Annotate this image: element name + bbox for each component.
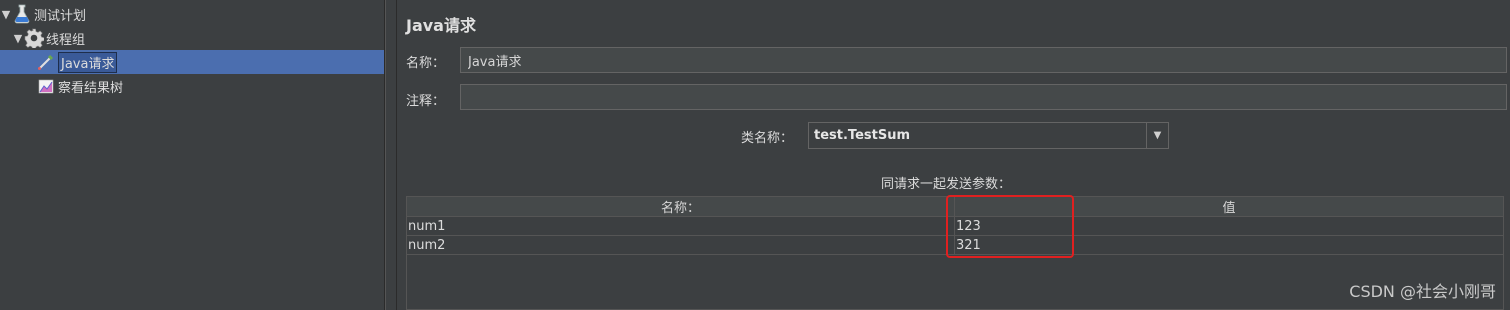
gear-icon bbox=[24, 28, 44, 48]
split-pane-divider[interactable] bbox=[385, 0, 397, 310]
param-name-cell[interactable]: num1 bbox=[407, 217, 955, 235]
tree-item-view-results-tree[interactable]: 察看结果树 bbox=[0, 74, 384, 98]
param-value-cell[interactable]: 321 bbox=[955, 236, 1503, 254]
test-plan-tree: ▼ 测试计划 ▼ 线程组 Java请求 察看结果树 bbox=[0, 0, 385, 310]
tree-item-label: 察看结果树 bbox=[58, 80, 124, 96]
table-row[interactable]: num2 321 bbox=[407, 236, 1503, 255]
expand-arrow-icon[interactable]: ▼ bbox=[0, 8, 12, 21]
pipette-icon bbox=[36, 52, 56, 72]
chevron-down-icon[interactable]: ▼ bbox=[1146, 123, 1168, 148]
param-value-cell[interactable]: 123 bbox=[955, 217, 1503, 235]
parameters-caption: 同请求一起发送参数： bbox=[881, 177, 1012, 192]
name-field[interactable] bbox=[460, 47, 1507, 73]
class-name-select[interactable]: test.TestSum ▼ bbox=[808, 122, 1169, 149]
class-name-value: test.TestSum bbox=[814, 128, 910, 143]
comment-field[interactable] bbox=[460, 84, 1507, 110]
flask-icon bbox=[12, 4, 32, 24]
panel-title: Java请求 bbox=[406, 16, 476, 35]
param-name-cell[interactable]: num2 bbox=[407, 236, 955, 254]
column-header-value[interactable]: 值 bbox=[955, 197, 1503, 216]
name-label: 名称： bbox=[406, 56, 446, 71]
table-header: 名称： 值 bbox=[407, 197, 1503, 217]
parameters-table: 名称： 值 num1 123 num2 321 bbox=[406, 196, 1504, 310]
tree-item-java-request[interactable]: Java请求 bbox=[0, 50, 384, 74]
tree-item-label: 线程组 bbox=[46, 32, 86, 48]
comment-label: 注释： bbox=[406, 94, 446, 109]
table-row[interactable]: num1 123 bbox=[407, 217, 1503, 236]
tree-item-label: Java请求 bbox=[58, 51, 118, 73]
class-name-label: 类名称： bbox=[741, 131, 794, 146]
tree-item-label: 测试计划 bbox=[34, 8, 87, 24]
tree-item-test-plan[interactable]: ▼ 测试计划 bbox=[0, 2, 384, 26]
column-header-name[interactable]: 名称： bbox=[407, 197, 955, 216]
watermark: CSDN @社会小刚哥 bbox=[1349, 282, 1496, 301]
expand-arrow-icon[interactable]: ▼ bbox=[12, 32, 24, 45]
tree-item-thread-group[interactable]: ▼ 线程组 bbox=[0, 26, 384, 50]
java-request-panel: Java请求 名称： 注释： 类名称： test.TestSum ▼ 同请求一起… bbox=[397, 0, 1510, 310]
chart-icon bbox=[36, 76, 56, 96]
